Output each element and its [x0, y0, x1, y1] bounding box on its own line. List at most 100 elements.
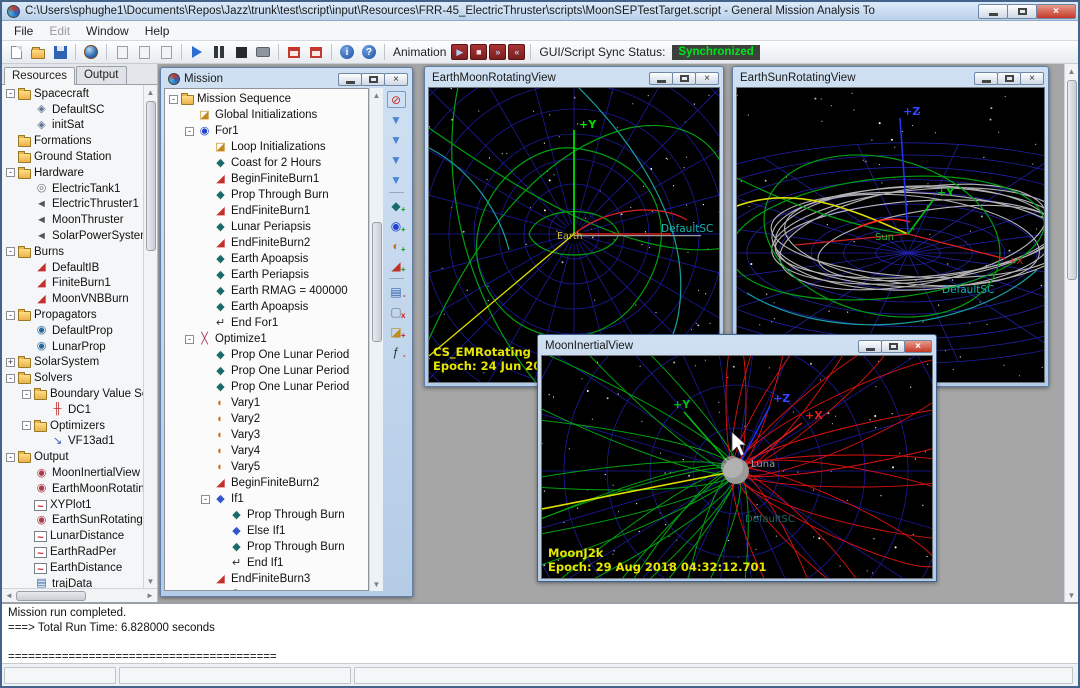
resource-tree-item[interactable]: ElectricThruster1 — [2, 197, 143, 213]
resource-tree-item[interactable]: - Propagators — [2, 307, 143, 323]
script-sync-button[interactable] — [134, 43, 154, 62]
menu-item[interactable]: Window — [78, 22, 137, 40]
resource-tree-item[interactable]: DefaultSC — [2, 102, 143, 118]
resource-tree-item[interactable]: LunarDistance — [2, 528, 143, 544]
mission-tool-button[interactable]: ▼ — [387, 131, 406, 148]
expander-icon[interactable]: - — [6, 89, 15, 98]
menu-item[interactable]: Help — [137, 22, 178, 40]
animation-slower-button[interactable]: « — [508, 44, 525, 60]
resource-tree-item[interactable]: Ground Station — [2, 149, 143, 165]
mission-close-button[interactable]: × — [384, 73, 408, 86]
tab-output[interactable]: Output — [76, 66, 127, 84]
resource-tree-item[interactable]: - Optimizers — [2, 418, 143, 434]
mission-tree-item[interactable]: Else If1 — [165, 523, 368, 539]
menu-item[interactable]: Edit — [41, 22, 78, 40]
mission-tree-item[interactable]: EndFiniteBurn2 — [165, 235, 368, 251]
new-script-button[interactable] — [6, 43, 26, 62]
mission-maximize-button[interactable] — [361, 73, 385, 86]
mission-tool-button[interactable]: ▼ — [387, 151, 406, 168]
close-button[interactable]: × — [1036, 4, 1076, 19]
resources-vscrollbar[interactable]: ▲ ▼ — [143, 85, 157, 588]
script-save-button[interactable] — [156, 43, 176, 62]
mission-tool-button[interactable]: ◢ + — [387, 257, 406, 274]
resource-tree-item[interactable]: MoonInertialView — [2, 465, 143, 481]
mission-tree-item[interactable]: Vary5 — [165, 459, 368, 475]
resource-tree-item[interactable]: ElectricTank1 — [2, 181, 143, 197]
resource-tree-item[interactable]: EarthSunRotatingView — [2, 513, 143, 529]
animation-play-button[interactable]: ▶ — [451, 44, 468, 60]
minimize-button[interactable] — [978, 4, 1008, 19]
mission-tree-item[interactable]: Vary3 — [165, 427, 368, 443]
stop-button[interactable] — [231, 43, 251, 62]
mission-tool-button[interactable]: ◐ + — [387, 237, 406, 254]
message-window[interactable]: Mission run completed.===> Total Run Tim… — [2, 602, 1078, 663]
resource-tree-item[interactable]: - Boundary Value Solvers — [2, 386, 143, 402]
animation-faster-button[interactable]: » — [489, 44, 506, 60]
mission-window[interactable]: Mission × - Mission Seq — [160, 67, 413, 597]
mission-tool-button[interactable]: ▼ — [387, 171, 406, 188]
resource-tree-item[interactable]: XYPlot1 — [2, 497, 143, 513]
earth-sun-minimize-button[interactable] — [974, 72, 998, 85]
mission-tree-item[interactable]: BeginFiniteBurn2 — [165, 475, 368, 491]
expander-icon[interactable]: + — [6, 358, 15, 367]
run-button[interactable] — [187, 43, 207, 62]
mission-tree-item[interactable]: Earth Periapsis — [165, 267, 368, 283]
mission-tree-item[interactable]: Prop One Lunar Period — [165, 363, 368, 379]
moon-inertial-close-button[interactable]: × — [904, 340, 932, 353]
resource-tree-item[interactable]: LunarProp — [2, 339, 143, 355]
earth-sun-titlebar[interactable]: EarthSunRotatingView × — [736, 69, 1045, 87]
open-button[interactable] — [28, 43, 48, 62]
close-children-button[interactable] — [284, 43, 304, 62]
close-current-button[interactable] — [306, 43, 326, 62]
mission-tool-button[interactable]: ▤ - — [387, 283, 406, 300]
web-help-button[interactable] — [81, 43, 101, 62]
expander-icon[interactable]: - — [22, 390, 31, 399]
expander-icon[interactable]: - — [6, 311, 15, 320]
expander-icon[interactable]: - — [6, 453, 15, 462]
resource-tree-item[interactable]: - Hardware — [2, 165, 143, 181]
resource-tree-item[interactable]: - Spacecraft — [2, 86, 143, 102]
mission-tree-item[interactable]: - For1 — [165, 123, 368, 139]
save-button[interactable] — [50, 43, 70, 62]
mission-tree-item[interactable]: - If1 — [165, 491, 368, 507]
screenshot-button[interactable] — [253, 43, 273, 62]
resource-tree-item[interactable]: trajData — [2, 576, 143, 588]
expander-icon[interactable]: - — [6, 374, 15, 383]
mission-tree-item[interactable]: Prop Through Burn — [165, 507, 368, 523]
mission-tree-item[interactable]: End For1 — [165, 315, 368, 331]
expander-icon[interactable]: - — [185, 127, 194, 136]
mission-tool-button[interactable]: ◉ + — [387, 217, 406, 234]
mission-tree-item[interactable]: Coast — [165, 587, 368, 591]
mission-tree-item[interactable]: Global Initializations — [165, 107, 368, 123]
moon-inertial-maximize-button[interactable] — [881, 340, 905, 353]
mission-tree-item[interactable]: Vary4 — [165, 443, 368, 459]
tab-resources[interactable]: Resources — [4, 67, 75, 85]
expander-icon[interactable]: - — [201, 495, 210, 504]
mission-tree-item[interactable]: Vary1 — [165, 395, 368, 411]
resource-tree-item[interactable]: DefaultProp — [2, 323, 143, 339]
pause-button[interactable] — [209, 43, 229, 62]
mission-tree-item[interactable]: EndFiniteBurn1 — [165, 203, 368, 219]
mission-tree-item[interactable]: Coast for 2 Hours — [165, 155, 368, 171]
expander-icon[interactable]: - — [6, 247, 15, 256]
help-button[interactable]: ? — [359, 43, 379, 62]
moon-inertial-view-window[interactable]: MoonInertialView × — [537, 334, 937, 582]
resource-tree-item[interactable]: DefaultIB — [2, 260, 143, 276]
earth-sun-maximize-button[interactable] — [997, 72, 1021, 85]
earth-moon-titlebar[interactable]: EarthMoonRotatingView × — [428, 69, 720, 87]
mission-minimize-button[interactable] — [338, 73, 362, 86]
mission-tree-item[interactable]: Prop One Lunar Period — [165, 379, 368, 395]
mission-tree-item[interactable]: Vary2 — [165, 411, 368, 427]
resource-tree-item[interactable]: EarthMoonRotatingView — [2, 481, 143, 497]
resource-tree-item[interactable]: - Solvers — [2, 370, 143, 386]
resource-tree-item[interactable]: Formations — [2, 133, 143, 149]
mission-tree-item[interactable]: Loop Initializations — [165, 139, 368, 155]
mission-tool-button[interactable]: ◪ + — [387, 323, 406, 340]
resource-tree-item[interactable]: initSat — [2, 118, 143, 134]
mission-tool-button[interactable]: ▢ x — [387, 303, 406, 320]
moon-inertial-canvas[interactable]: +Y +Z +X Luna DefaultSC MoonJ2k Epoch: 2… — [541, 355, 933, 579]
mission-tree-item[interactable]: End If1 — [165, 555, 368, 571]
mission-tree-item[interactable]: - Mission Sequence — [165, 91, 368, 107]
mission-tree-item[interactable]: Earth Apoapsis — [165, 299, 368, 315]
mission-tree-item[interactable]: Lunar Periapsis — [165, 219, 368, 235]
